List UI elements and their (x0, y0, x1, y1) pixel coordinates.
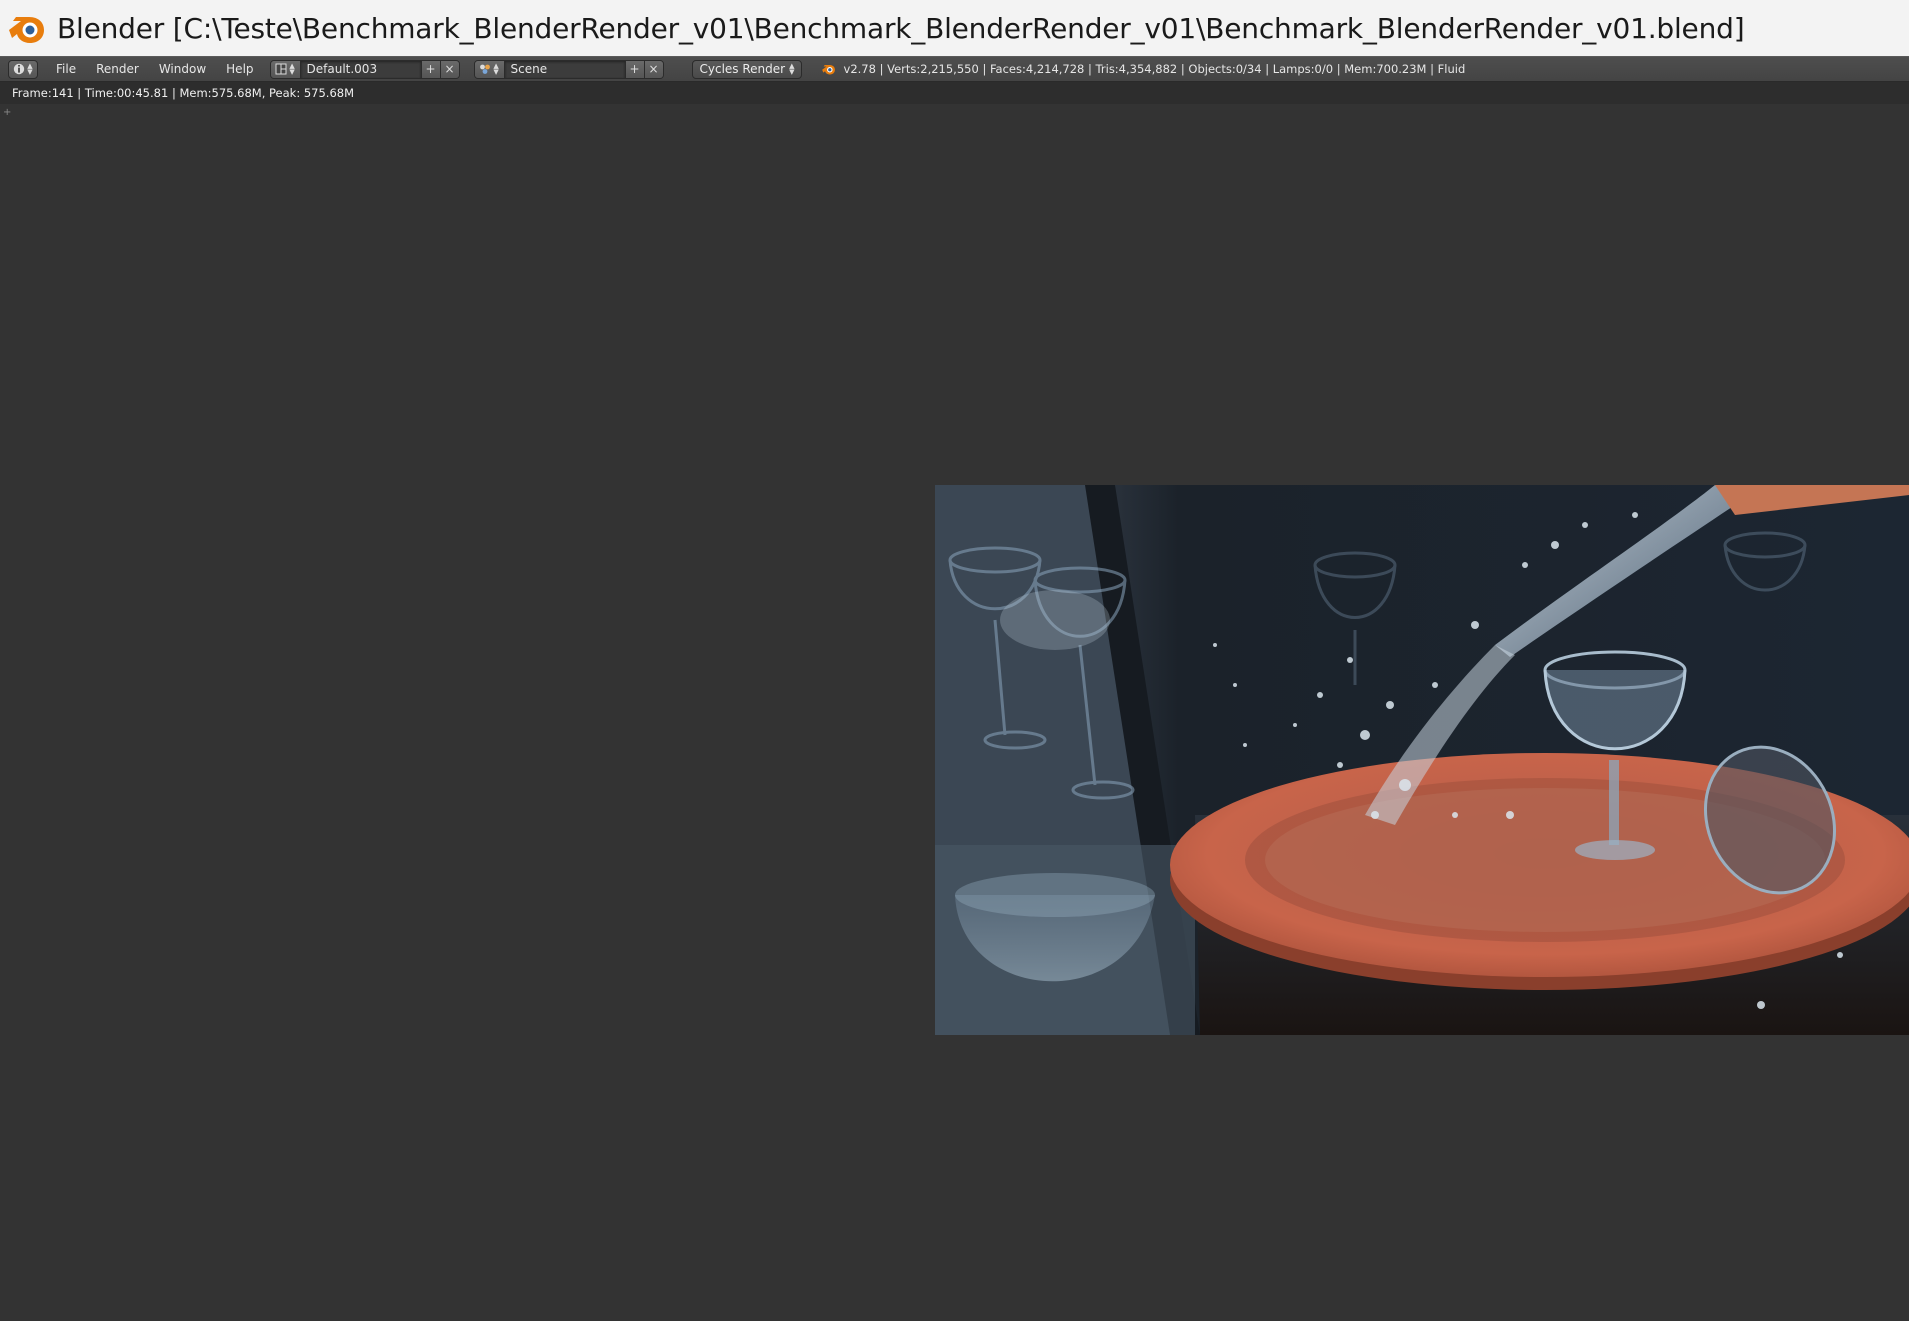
menu-help[interactable]: Help (216, 62, 263, 76)
scene-icon (480, 64, 491, 74)
scene-selector: ▲ ▼ Scene + × (473, 59, 664, 79)
window-title: Blender [C:\Teste\Benchmark_BlenderRende… (57, 11, 1745, 45)
area-split-corner-icon[interactable]: + (3, 107, 11, 118)
delete-scene-button[interactable]: × (643, 60, 663, 78)
screen-layout-browse-button[interactable]: ▲ ▼ (270, 60, 301, 78)
info-editor-icon (14, 63, 25, 75)
blender-logo-icon (9, 17, 44, 43)
screen-layout-selector: ▲ ▼ Default.003 + × (269, 59, 460, 79)
render-engine-dropdown[interactable]: Cycles Render ▲ ▼ (691, 59, 802, 79)
render-engine-label: Cycles Render (699, 62, 786, 76)
plus-icon: + (629, 62, 640, 76)
close-icon: × (648, 62, 659, 76)
menu-window[interactable]: Window (149, 62, 216, 76)
window-title-bar: Blender [C:\Teste\Benchmark_BlenderRende… (0, 0, 1909, 56)
screen-layout-name-field[interactable]: Default.003 (300, 60, 421, 78)
dropdown-arrows-icon: ▲ ▼ (493, 62, 499, 76)
info-header: ▲ ▼ File Render Window Help ▲ ▼ Default.00… (0, 56, 1909, 82)
scene-browse-button[interactable]: ▲ ▼ (474, 60, 505, 78)
add-screen-button[interactable]: + (420, 60, 440, 78)
editor-type-selector[interactable]: ▲ ▼ (8, 59, 38, 79)
add-scene-button[interactable]: + (624, 60, 644, 78)
render-status-text: Frame:141 | Time:00:45.81 | Mem:575.68M,… (12, 86, 355, 100)
blender-logo-icon (821, 65, 835, 75)
menu-render[interactable]: Render (86, 62, 149, 76)
render-status-bar: Frame:141 | Time:00:45.81 | Mem:575.68M,… (0, 82, 1909, 104)
plus-icon: + (425, 62, 436, 76)
scene-statistics: v2.78 | Verts:2,215,550 | Faces:4,214,72… (843, 62, 1466, 76)
dropdown-arrows-icon: ▲ ▼ (289, 62, 295, 76)
close-icon: × (444, 62, 455, 76)
delete-screen-button[interactable]: × (439, 60, 459, 78)
render-result-image (935, 485, 1909, 1035)
screen-layout-icon (275, 63, 287, 75)
scene-name-field[interactable]: Scene (504, 60, 625, 78)
render-result-image (935, 485, 1909, 1035)
menu-file[interactable]: File (46, 62, 86, 76)
dropdown-arrows-icon: ▲ ▼ (789, 62, 795, 76)
dropdown-arrows-icon: ▲ ▼ (27, 62, 33, 76)
